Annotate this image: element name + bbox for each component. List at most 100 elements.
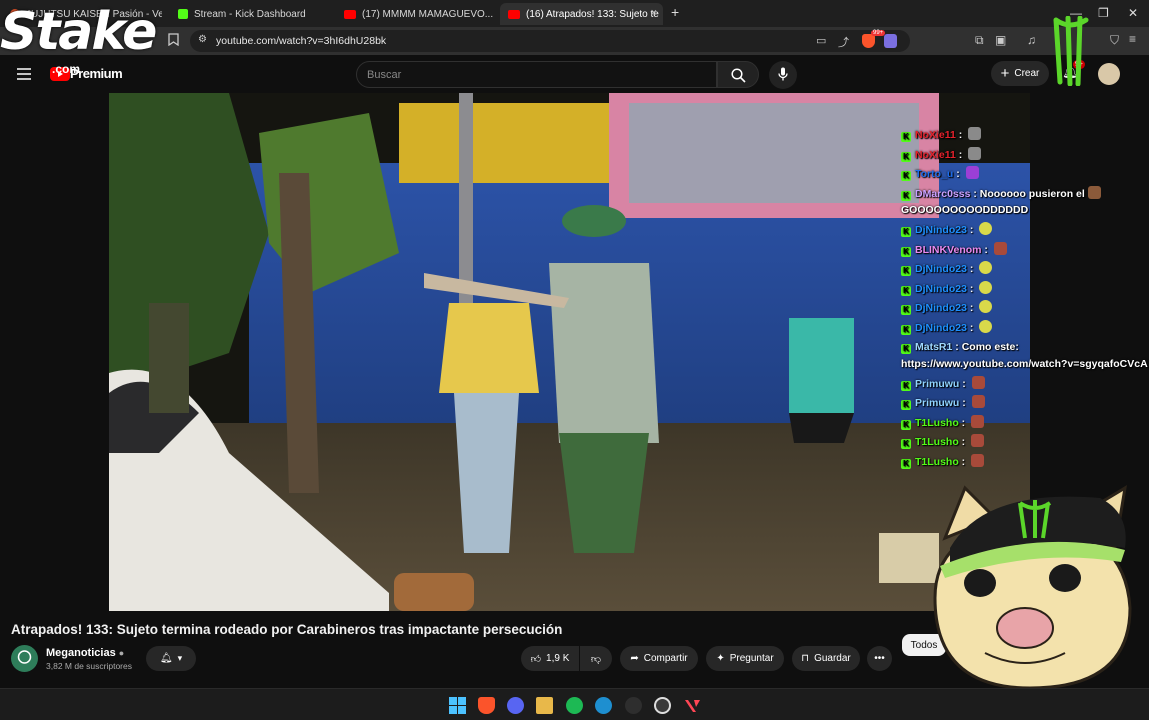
chat-message: K Primuwu : [901,375,1146,395]
kick-badge-icon: K [901,344,911,354]
vpn-icon[interactable]: ⛉ [1110,33,1119,48]
monster-logo-icon [1050,15,1092,87]
browser-tab-2[interactable]: Stream - Kick Dashboard [170,3,330,25]
chat-message: K DjNindo23 : [901,280,1146,300]
like-button[interactable]: 👍︎ 1,9 K [521,646,579,671]
chat-username: T1Lusho [915,455,959,468]
kick-badge-icon: K [901,190,911,201]
save-button[interactable]: ⊓ Guardar [792,646,860,671]
bookmark-icon: ⊓ [801,653,810,664]
site-info-icon[interactable]: ⚙ [198,34,207,45]
browser-tab-4[interactable]: (16) Atrapados! 133: Sujeto te × [500,3,663,25]
tab-label: (17) MMMM MAMAGUEVO... [362,8,494,20]
user-avatar[interactable] [1098,63,1120,85]
video-frame [109,93,1030,611]
valorant-icon[interactable] [684,697,701,714]
spotify-icon[interactable] [566,697,583,714]
ask-button[interactable]: ✦ Preguntar [706,646,784,671]
extensions-icon[interactable]: ⧉ [975,33,984,48]
voice-search-button[interactable] [769,61,797,89]
chevron-down-icon: ▾ [177,653,183,663]
search-icon [731,68,746,83]
chat-username: T1Lusho [915,416,959,429]
chat-username: NoXie11 [915,148,956,161]
channel-avatar[interactable] [11,645,38,672]
brave-shield-icon[interactable] [862,34,875,48]
new-tab-button[interactable]: + [671,4,679,20]
chat-message: K DjNindo23 : [901,260,1146,280]
rewards-icon[interactable] [884,34,897,48]
channel-name-text[interactable]: Meganoticias [46,647,116,659]
chat-text: Noooooo pusieron el [979,187,1085,200]
search-button[interactable] [717,61,759,88]
obs-icon[interactable] [625,697,642,714]
kick-chat-overlay: K NoXie11 : K NoXie11 : K Torto_u : K DMarc0… [901,126,1148,472]
chat-link: https://www.youtube.com/watch?v=sgyqafoC… [901,357,1148,370]
emote-icon [965,166,979,179]
plus-icon: + [1000,64,1010,82]
thumbs-down-icon: 👎︎ [590,653,602,665]
edge-icon[interactable] [595,697,612,714]
file-explorer-icon[interactable] [536,697,553,714]
video-title: Atrapados! 133: Sujeto termina rodeado p… [11,622,563,637]
share-button[interactable]: ➦ Compartir [620,646,698,671]
emote-icon [968,127,982,140]
chat-message-continued: https://www.youtube.com/watch?v=sgyqafoC… [901,357,1148,371]
chat-text: GOOOOOOOOODDDDDD [901,204,1029,216]
stake-com-text: .com [52,62,81,76]
emote-icon [993,241,1007,255]
chat-message: K Primuwu : [901,394,1146,414]
screenshot-icon[interactable]: ▣ [995,33,1006,47]
sparkle-icon: ✦ [716,653,725,664]
kick-badge-icon: K [901,171,911,181]
video-player[interactable] [109,93,1030,611]
share-icon[interactable]: ⤴ [838,34,849,50]
media-icon[interactable]: ♫ [1027,33,1036,47]
dislike-button[interactable]: 👎︎ [580,646,612,671]
maximize-icon[interactable]: ❐ [1098,6,1109,20]
windows-start-icon[interactable] [449,697,466,714]
cat-mascot-overlay [925,478,1149,690]
subscribe-bell-button[interactable]: 🔔︎ ▾ [146,646,196,671]
more-actions-button[interactable]: ••• [867,646,892,671]
chat-message: K DjNindo23 : [901,221,1146,241]
menu-icon[interactable]: ≡ [1129,32,1136,46]
chat-message: K DjNindo23 : [901,299,1146,319]
address-bar[interactable]: ⚙ youtube.com/watch?v=3hI6dhU28bk ▭ ⤴ 99… [190,30,910,52]
kick-badge-icon: K [901,246,911,257]
chat-message: K DjNindo23 : [901,319,1146,339]
stake-logo: Stake .com [0,2,157,82]
shield-count-badge: 99+ [871,30,886,36]
close-window-icon[interactable]: ✕ [1128,6,1138,20]
brave-browser-icon[interactable] [478,697,495,714]
emote-icon [971,414,985,428]
emote-icon [971,375,985,389]
bell-icon: 🔔︎ [159,653,173,664]
url-text[interactable]: youtube.com/watch?v=3hI6dhU28bk [216,35,386,47]
close-tab-icon[interactable]: × [651,7,657,19]
browser-tab-strip: JUJUTSU KAISEN Pasión - Ver en Cru Strea… [0,0,1149,27]
kick-badge-icon: K [901,266,911,276]
cast-icon[interactable]: ▭ [816,34,826,47]
channel-name[interactable]: Meganoticias ● [46,647,124,659]
chat-username: Torto_u [915,168,954,180]
chat-message: K NoXie11 : [901,126,1146,146]
like-count: 1,9 K [546,653,570,664]
steam-icon[interactable] [654,697,671,714]
kick-badge-icon: K [901,151,911,162]
emote-icon [979,261,993,274]
youtube-header: Premium Buscar + Crear 🔔︎ 9+ [0,55,1149,93]
chat-message: K T1Lusho : [901,433,1146,453]
browser-tab-3[interactable]: (17) MMMM MAMAGUEVO... [336,3,496,25]
create-button[interactable]: + Crear [991,61,1049,86]
tab-label: Stream - Kick Dashboard [194,8,306,20]
chat-username: DMarc0sss [915,187,971,200]
kick-badge-icon: K [901,324,911,335]
discord-icon[interactable] [507,697,524,714]
bookmark-icon[interactable] [168,33,179,49]
emote-icon [979,319,993,333]
search-input[interactable]: Buscar [356,61,717,88]
chat-message-continued: GOOOOOOOOODDDDDD [901,204,1146,217]
emote-icon [979,222,993,235]
kick-badge-icon: K [901,439,911,449]
